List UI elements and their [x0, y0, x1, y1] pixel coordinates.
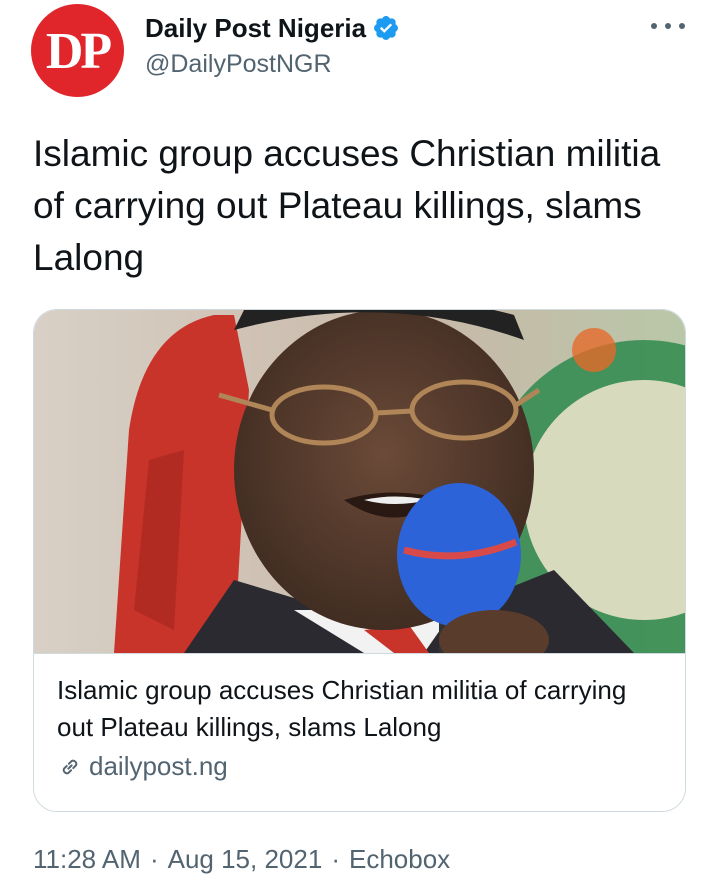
- meta-separator: ·: [331, 844, 340, 874]
- verified-badge-icon: [372, 14, 400, 42]
- avatar[interactable]: DP: [31, 4, 124, 97]
- link-icon: [57, 754, 83, 780]
- author-display-name[interactable]: Daily Post Nigeria: [145, 13, 366, 44]
- card-domain-row: dailypost.ng: [57, 751, 228, 782]
- more-options-icon[interactable]: [651, 16, 685, 36]
- more-dot: [679, 23, 685, 29]
- more-dot: [651, 23, 657, 29]
- card-title: Islamic group accuses Christian militia …: [57, 675, 627, 742]
- link-preview-card[interactable]: Islamic group accuses Christian militia …: [33, 309, 686, 812]
- card-domain: dailypost.ng: [89, 751, 228, 781]
- tweet-header: DP Daily Post Nigeria @DailyPostNGR: [0, 0, 719, 110]
- tweet-meta-row: 11:28 AM · Aug 15, 2021 · Echobox: [33, 844, 450, 875]
- avatar-logo-text: DP: [45, 23, 112, 80]
- author-handle[interactable]: @DailyPostNGR: [145, 50, 332, 79]
- author-name-row: Daily Post Nigeria: [145, 10, 400, 46]
- more-dot: [665, 23, 671, 29]
- tweet-date[interactable]: Aug 15, 2021: [168, 844, 323, 875]
- tweet-source[interactable]: Echobox: [349, 844, 450, 875]
- tweet-time[interactable]: 11:28 AM: [33, 844, 141, 875]
- tweet-text: Islamic group accuses Christian militia …: [33, 133, 661, 278]
- card-photo: [34, 310, 685, 653]
- meta-separator: ·: [149, 844, 159, 874]
- card-image[interactable]: [34, 310, 685, 653]
- card-meta[interactable]: Islamic group accuses Christian militia …: [34, 653, 685, 811]
